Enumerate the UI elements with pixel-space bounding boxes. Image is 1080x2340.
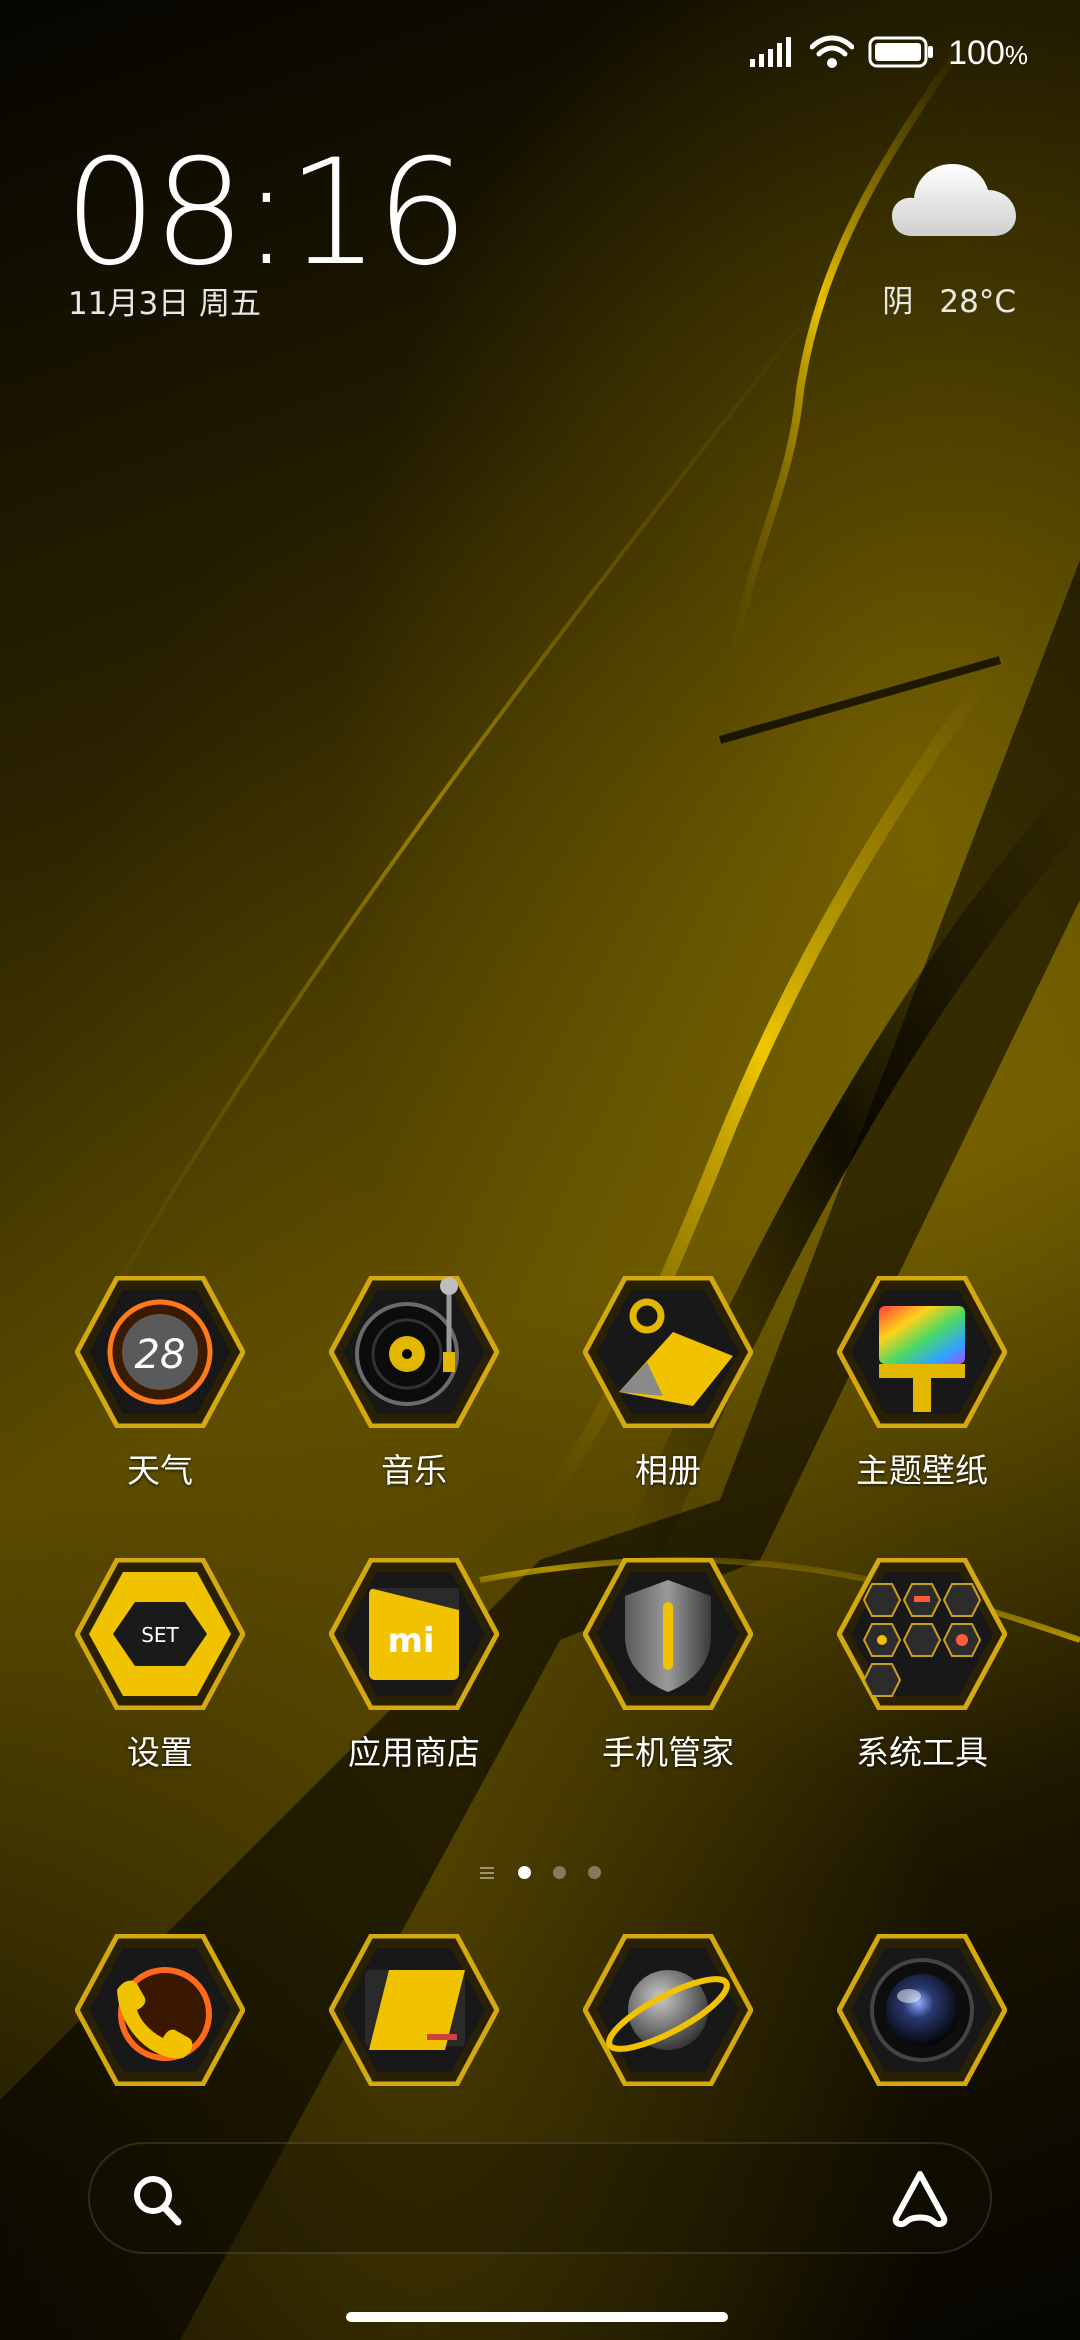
battery-percentage: 100% [948, 34, 1028, 72]
themes-app-icon [836, 1275, 1008, 1429]
app-music[interactable]: 音乐 [314, 1275, 514, 1492]
app-label: 主题壁纸 [856, 1451, 988, 1490]
app-security[interactable]: 手机管家 [568, 1557, 768, 1774]
app-label: 音乐 [381, 1451, 447, 1490]
app-label: 天气 [127, 1451, 193, 1490]
dock-camera[interactable] [822, 1933, 1022, 2087]
app-system-tools-folder[interactable]: 系统工具 [822, 1557, 1022, 1774]
status-bar: 100% [750, 34, 1028, 73]
gallery-app-icon [582, 1275, 754, 1429]
messages-app-icon [328, 1933, 500, 2087]
app-gallery[interactable]: 相册 [568, 1275, 768, 1492]
store-icon-text: mi [387, 1621, 434, 1661]
settings-app-icon: SET [74, 1557, 246, 1711]
settings-icon-text: SET [141, 1623, 179, 1647]
clock-date[interactable]: 11月3日 周五 [68, 278, 261, 323]
app-store[interactable]: mi 应用商店 [314, 1557, 514, 1774]
home-screen: 100% 08:16 11月3日 周五 阴 28°C 28 天气 音乐 相册 主… [0, 0, 1080, 2340]
app-label: 相册 [635, 1451, 701, 1490]
clock-time[interactable]: 08:16 [64, 128, 469, 298]
page-indicator[interactable] [0, 1866, 1080, 1879]
security-app-icon [582, 1557, 754, 1711]
search-icon[interactable] [132, 2174, 182, 2230]
page-menu-icon[interactable] [479, 1866, 494, 1879]
camera-app-icon [836, 1933, 1008, 2087]
home-indicator[interactable] [346, 2312, 728, 2322]
page-dot[interactable] [587, 1866, 601, 1879]
system-tools-folder-icon [836, 1557, 1008, 1711]
dock-phone[interactable] [60, 1933, 260, 2087]
assistant-icon[interactable] [890, 2170, 950, 2232]
browser-app-icon [582, 1933, 754, 2087]
weather-widget[interactable]: 阴 28°C [882, 156, 1016, 321]
dock-messages[interactable] [314, 1933, 514, 2087]
weather-condition: 阴 [882, 284, 914, 320]
weather-text: 阴 28°C [882, 276, 1016, 321]
phone-app-icon [74, 1933, 246, 2087]
cloud-icon [892, 164, 1016, 244]
search-bar[interactable] [88, 2142, 992, 2254]
weather-app-icon: 28 [74, 1275, 246, 1429]
app-label: 手机管家 [602, 1733, 734, 1772]
app-label: 设置 [127, 1733, 193, 1772]
weather-icon-number: 28 [135, 1332, 186, 1378]
wifi-icon [809, 35, 855, 73]
battery-icon [868, 36, 934, 72]
signal-icon [750, 36, 796, 71]
app-label: 系统工具 [856, 1733, 988, 1772]
music-app-icon [328, 1275, 500, 1429]
weather-temperature: 28°C [939, 284, 1016, 320]
app-store-icon: mi [328, 1557, 500, 1711]
app-label: 应用商店 [348, 1733, 480, 1772]
dock-browser[interactable] [568, 1933, 768, 2087]
app-weather[interactable]: 28 天气 [60, 1275, 260, 1492]
page-dot[interactable] [552, 1866, 566, 1879]
page-dot-active[interactable] [517, 1866, 531, 1879]
app-settings[interactable]: SET 设置 [60, 1557, 260, 1774]
app-themes[interactable]: 主题壁纸 [822, 1275, 1022, 1492]
